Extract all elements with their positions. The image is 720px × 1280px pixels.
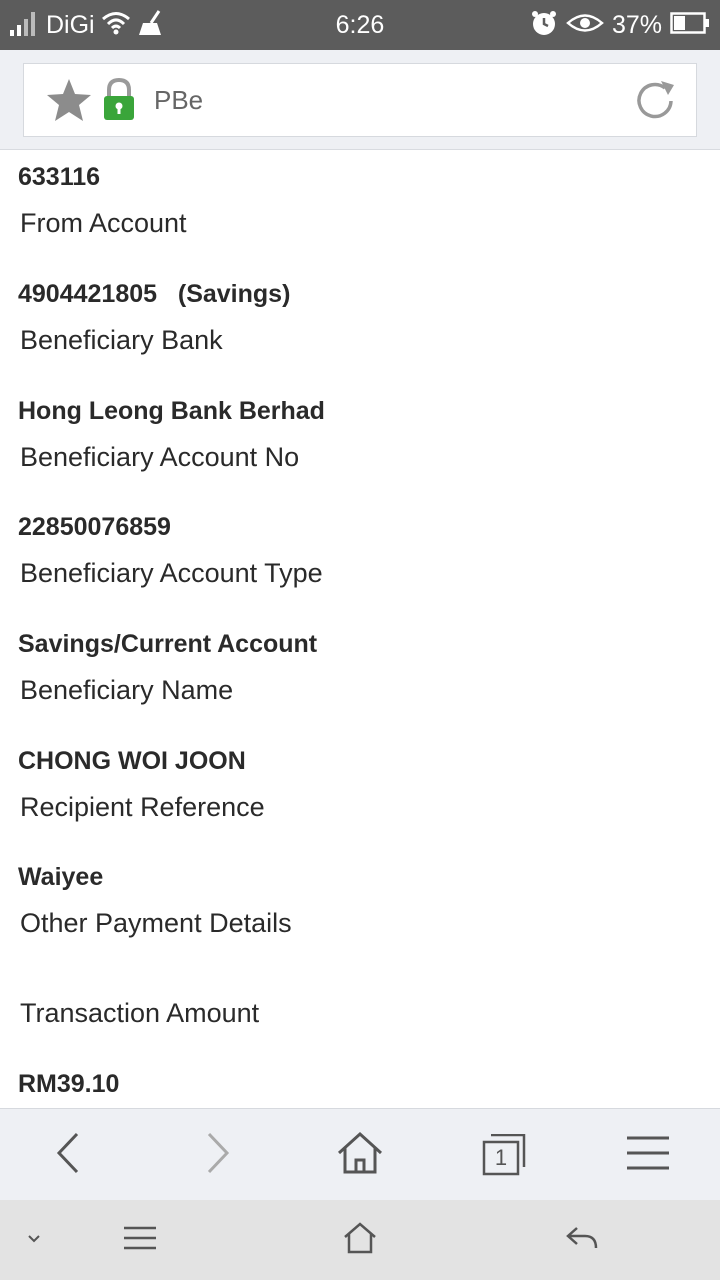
system-home-button[interactable]	[330, 1200, 390, 1280]
star-icon[interactable]	[46, 78, 92, 127]
recents-button[interactable]	[110, 1200, 170, 1280]
beneficiary-account-no-label: Beneficiary Account No	[20, 442, 300, 472]
back-icon	[53, 1131, 83, 1180]
recipient-reference-value: Waiyee	[18, 863, 104, 891]
address-bar-area: PBe	[0, 50, 720, 150]
system-back-button[interactable]	[552, 1200, 612, 1280]
hide-nav-button[interactable]	[14, 1200, 54, 1280]
alarm-icon	[530, 9, 558, 42]
home-button[interactable]	[320, 1109, 400, 1201]
tabs-icon: 1	[482, 1134, 526, 1176]
chevron-down-icon	[27, 1231, 41, 1249]
forward-icon	[203, 1131, 233, 1180]
address-bar[interactable]: PBe	[23, 63, 697, 137]
forward-button[interactable]	[178, 1109, 258, 1201]
menu-button[interactable]	[608, 1109, 688, 1201]
status-right: 37%	[530, 0, 710, 50]
menu-icon	[124, 1226, 156, 1255]
transaction-amount-label: Transaction Amount	[20, 998, 260, 1028]
from-account-label: From Account	[20, 208, 187, 238]
status-bar: DiGi 6:26 37%	[0, 0, 720, 50]
other-payment-details-label: Other Payment Details	[20, 908, 292, 938]
beneficiary-name-label: Beneficiary Name	[20, 675, 234, 705]
return-icon	[565, 1225, 599, 1256]
transaction-amount-value: RM39.10	[18, 1070, 120, 1098]
battery-percent: 37%	[611, 10, 662, 39]
tabs-button[interactable]: 1	[464, 1109, 544, 1201]
battery-icon	[670, 11, 710, 40]
transfer-details: 633116 From Account 4904421805 (Savings)…	[0, 150, 720, 1108]
merchant-code: 633116	[18, 163, 101, 191]
lock-icon	[102, 77, 136, 127]
beneficiary-bank-value: Hong Leong Bank Berhad	[18, 397, 325, 425]
home-icon	[343, 1221, 377, 1259]
eye-icon	[566, 12, 604, 39]
tab-count: 1	[494, 1145, 508, 1170]
home-icon	[336, 1131, 384, 1180]
menu-icon	[627, 1135, 669, 1176]
reload-icon[interactable]	[632, 78, 678, 129]
beneficiary-account-no-value: 22850076859	[18, 513, 171, 541]
url-text[interactable]: PBe	[154, 64, 203, 136]
browser-toolbar: 1	[0, 1108, 720, 1200]
beneficiary-account-type-label: Beneficiary Account Type	[20, 558, 323, 588]
beneficiary-account-type-value: Savings/Current Account	[18, 630, 318, 658]
recipient-reference-label: Recipient Reference	[20, 792, 265, 822]
beneficiary-bank-label: Beneficiary Bank	[20, 325, 223, 355]
beneficiary-name-value: CHONG WOI JOON	[18, 747, 246, 775]
back-button[interactable]	[28, 1109, 108, 1201]
from-account-value: 4904421805 (Savings)	[18, 280, 291, 308]
system-nav-bar	[0, 1200, 720, 1280]
